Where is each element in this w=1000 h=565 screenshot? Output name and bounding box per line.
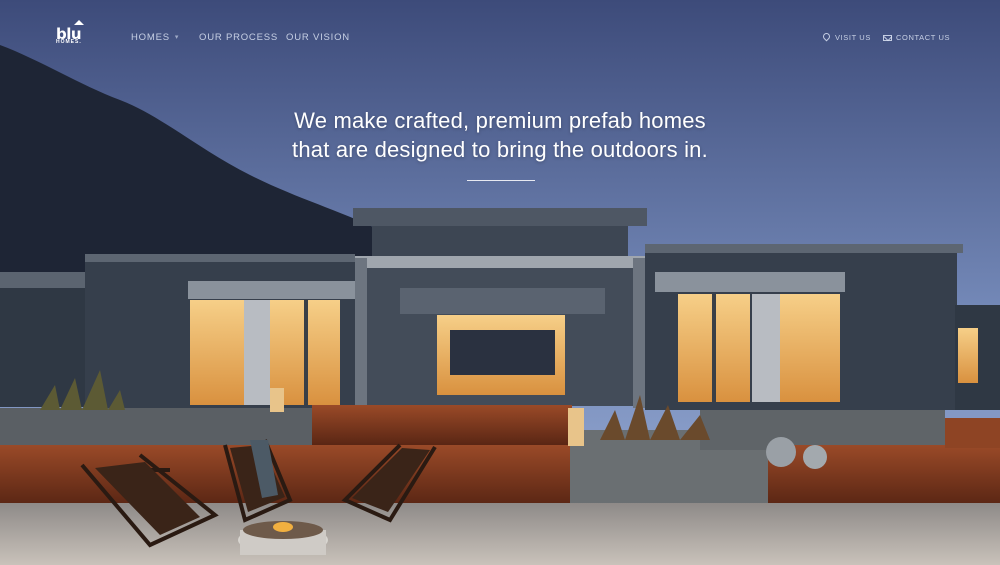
nav-item-homes-label: HOMES xyxy=(131,32,170,43)
headline-divider xyxy=(467,180,535,181)
envelope-icon xyxy=(883,35,892,41)
hero-photo xyxy=(0,0,1000,565)
visit-us-label: VISIT US xyxy=(835,33,871,42)
top-navigation: blu HOMES. HOMES ▾ OUR PROCESS OUR VISION… xyxy=(0,0,1000,75)
hero-headline: We make crafted, premium prefab homes th… xyxy=(250,106,750,164)
hero-headline-line2: that are designed to bring the outdoors … xyxy=(292,137,708,162)
hero-headline-line1: We make crafted, premium prefab homes xyxy=(294,108,706,133)
nav-item-our-vision[interactable]: OUR VISION xyxy=(286,32,350,43)
hero-banner: blu HOMES. HOMES ▾ OUR PROCESS OUR VISION… xyxy=(0,0,1000,565)
nav-item-homes[interactable]: HOMES ▾ xyxy=(131,32,179,43)
location-pin-icon xyxy=(821,31,832,42)
blu-homes-logo[interactable]: blu HOMES. xyxy=(55,20,95,46)
visit-us-link[interactable]: VISIT US xyxy=(821,31,871,42)
chevron-down-icon: ▾ xyxy=(174,34,180,41)
contact-us-link[interactable]: CONTACT US xyxy=(883,33,950,42)
logo-subtext: HOMES. xyxy=(56,39,82,45)
contact-us-label: CONTACT US xyxy=(896,33,951,42)
nav-item-our-process[interactable]: OUR PROCESS xyxy=(199,32,278,43)
